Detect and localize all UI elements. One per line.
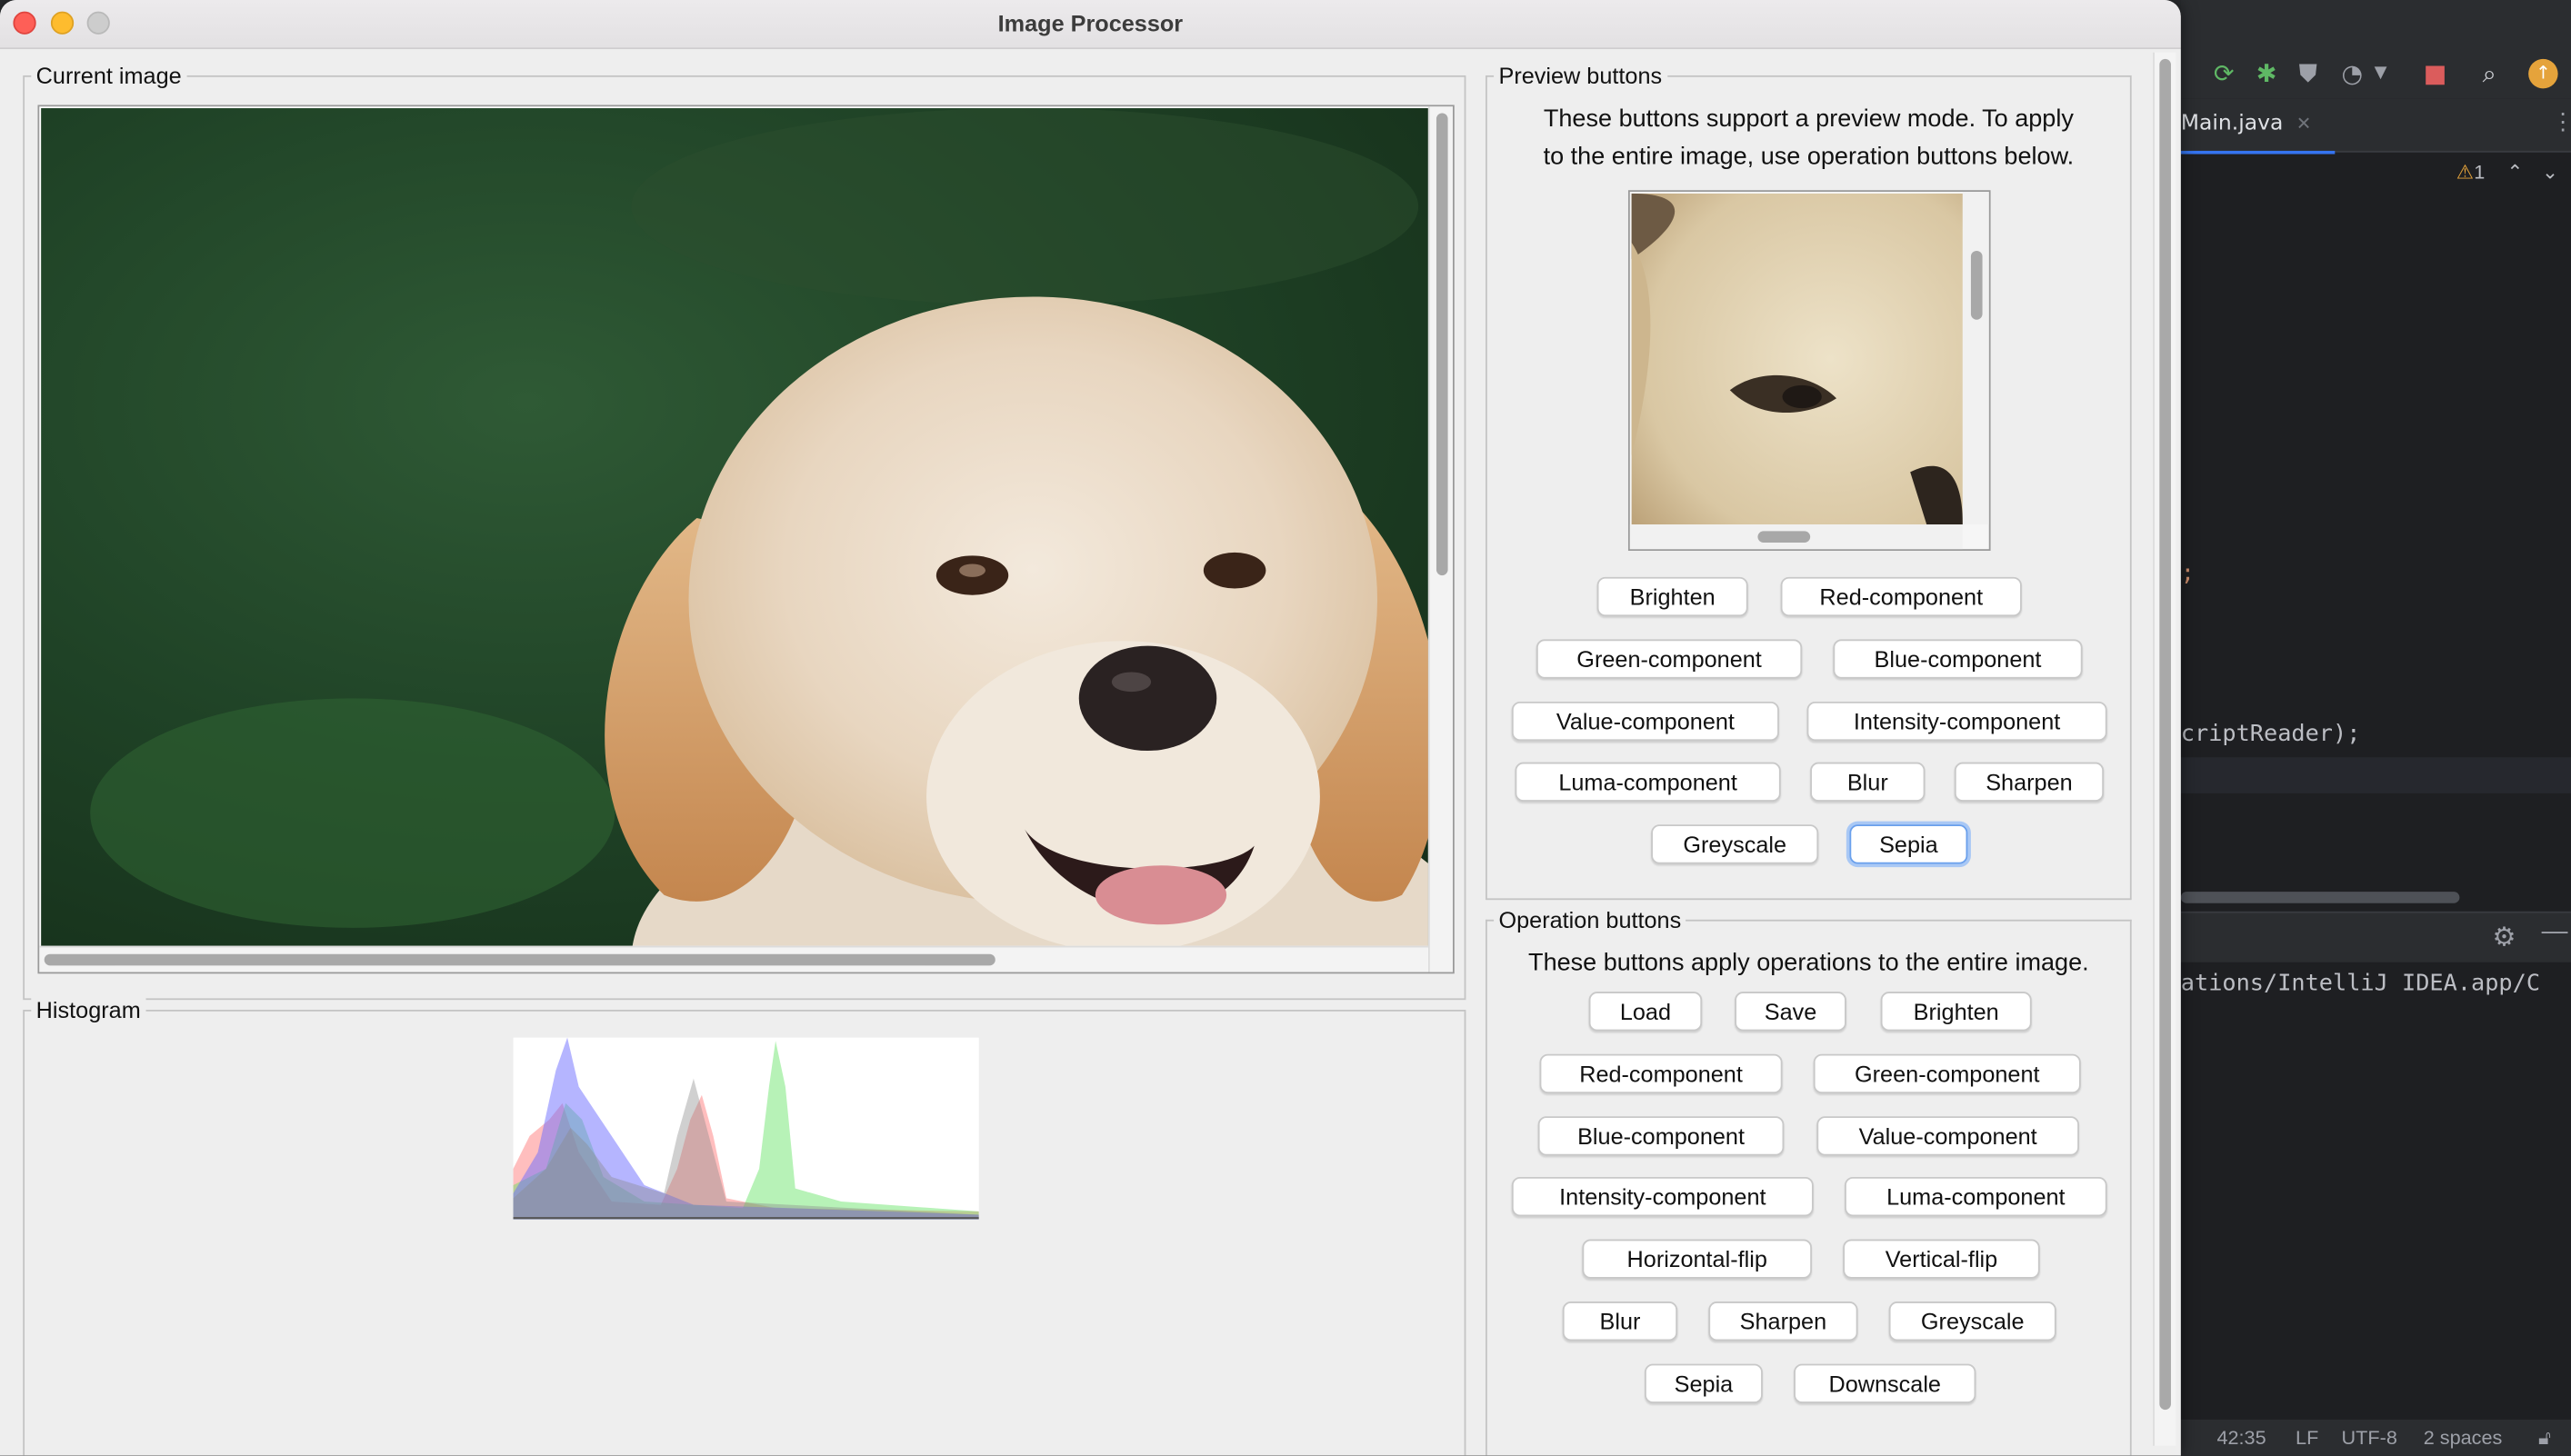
console-output: ations/IntelliJ IDEA.app/C (2180, 970, 2541, 997)
chevron-up-icon[interactable]: ⌃ (2506, 161, 2523, 184)
histogram-panel: Histogram (23, 996, 1466, 1456)
update-icon[interactable]: ↑ (2528, 58, 2558, 89)
tab-label: Main.java (2180, 111, 2284, 136)
red-component-button[interactable]: Red-component (1539, 1053, 1783, 1094)
window-v-scrollbar-thumb[interactable] (2159, 58, 2171, 1411)
sharpen-button[interactable]: Sharpen (1708, 1301, 1858, 1341)
preview-description-line-1: These buttons support a preview mode. To… (1543, 105, 2074, 134)
luma-component-button[interactable]: Luma-component (1845, 1176, 2107, 1217)
preview-blue-component-button[interactable]: Blue-component (1833, 639, 2083, 679)
editor-h-scrollbar[interactable] (2180, 892, 2460, 903)
image-v-scrollbar[interactable] (1427, 106, 1453, 972)
minimize-icon[interactable]: — (2542, 918, 2568, 947)
gear-icon[interactable]: ⚙ (2492, 922, 2516, 954)
close-icon[interactable]: ✕ (2296, 113, 2312, 134)
operation-legend: Operation buttons (1494, 906, 1686, 933)
current-line-highlight (2180, 757, 2571, 793)
preview-image (1631, 193, 1963, 525)
window-content: Current image Histogram Preview buttons … (0, 49, 2181, 1456)
ide-toolbar: ⟳ ✱ ⛊ ◔ ▼ ■ ⌕ ↑ (2180, 0, 2571, 101)
preview-brighten-button[interactable]: Brighten (1596, 576, 1748, 617)
preview-intensity-component-button[interactable]: Intensity-component (1806, 701, 2107, 742)
preview-sharpen-button[interactable]: Sharpen (1954, 762, 2105, 802)
current-image-legend: Current image (31, 62, 187, 89)
lock-icon[interactable]: 🔓︎ (2538, 1420, 2551, 1456)
line-separator[interactable]: LF (2296, 1420, 2318, 1456)
horizontal-flip-button[interactable]: Horizontal-flip (1582, 1239, 1812, 1279)
console-toolbar: ⚙ — (2180, 911, 2571, 962)
blue-component-button[interactable]: Blue-component (1537, 1116, 1785, 1156)
image-v-scrollbar-thumb[interactable] (1436, 113, 1448, 576)
preview-buttons-panel: Preview buttons These buttons support a … (1486, 62, 2132, 901)
load-button[interactable]: Load (1588, 992, 1703, 1032)
histogram-legend: Histogram (31, 996, 146, 1023)
image-scroll-pane[interactable] (37, 105, 1455, 974)
greyscale-button[interactable]: Greyscale (1888, 1301, 2056, 1341)
indent-setting[interactable]: 2 spaces (2424, 1420, 2503, 1456)
ide-status-bar: 42:35 LF UTF-8 2 spaces 🔓︎ (2180, 1419, 2571, 1456)
preview-legend: Preview buttons (1494, 62, 1667, 89)
vertical-flip-button[interactable]: Vertical-flip (1843, 1239, 2040, 1279)
value-component-button[interactable]: Value-component (1816, 1116, 2079, 1156)
ide-editor-tabs: Main.java ✕ ⋮ (2180, 98, 2571, 155)
preview-red-component-button[interactable]: Red-component (1780, 576, 2022, 617)
preview-v-scrollbar-thumb[interactable] (1970, 250, 1983, 320)
preview-h-scrollbar-thumb[interactable] (1757, 531, 1811, 543)
preview-blur-button[interactable]: Blur (1810, 762, 1926, 802)
blur-button[interactable]: Blur (1562, 1301, 1678, 1341)
intensity-component-button[interactable]: Intensity-component (1511, 1176, 1814, 1217)
green-component-button[interactable]: Green-component (1813, 1053, 2081, 1094)
preview-v-scrollbar[interactable] (1962, 192, 1989, 525)
warning-count: 1 (2474, 160, 2486, 184)
code-fragment: criptReader); (2180, 721, 2361, 748)
preview-luma-component-button[interactable]: Luma-component (1515, 762, 1781, 802)
operation-description: These buttons apply operations to the en… (1528, 949, 2089, 977)
image-processor-window: Image Processor Current image Histogram … (0, 0, 2181, 1456)
image-h-scrollbar[interactable] (39, 945, 1428, 972)
preview-description: These buttons support a preview mode. To… (1487, 100, 2130, 175)
profile-icon[interactable]: ◔ (2342, 59, 2364, 88)
preview-value-component-button[interactable]: Value-component (1511, 701, 1779, 742)
stop-icon[interactable]: ■ (2424, 59, 2447, 88)
more-icon[interactable]: ⋮ (2551, 108, 2571, 136)
window-title: Image Processor (997, 9, 1184, 36)
tab-main-java[interactable]: Main.java ✕ (2180, 98, 2335, 155)
coverage-icon[interactable]: ⛊ (2299, 59, 2317, 88)
chevron-down-icon[interactable]: ▼ (2375, 59, 2387, 88)
dog-image (41, 108, 1428, 948)
chevron-down-icon[interactable]: ⌄ (2542, 161, 2558, 184)
ide-background: ⟳ ✱ ⛊ ◔ ▼ ■ ⌕ ↑ Main.java ✕ ⋮ ⚠1 ⌃ ⌄ ; cr… (2180, 0, 2571, 1456)
save-button[interactable]: Save (1735, 992, 1846, 1032)
preview-sepia-button[interactable]: Sepia (1849, 824, 1968, 864)
current-image-panel: Current image (23, 62, 1466, 1001)
file-encoding[interactable]: UTF-8 (2342, 1420, 2397, 1456)
code-fragment: ; (2180, 560, 2196, 587)
rerun-icon[interactable]: ⟳ (2214, 59, 2235, 88)
search-icon[interactable]: ⌕ (2483, 59, 2496, 88)
preview-description-line-2: to the entire image, use operation butto… (1543, 142, 2075, 171)
preview-image-pane[interactable] (1627, 190, 1991, 552)
preview-h-scrollbar[interactable] (1629, 524, 1963, 550)
title-bar[interactable]: Image Processor (0, 0, 2181, 50)
inspection-widget[interactable]: ⚠1 ⌃ ⌄ (2456, 161, 2558, 184)
image-h-scrollbar-thumb[interactable] (44, 953, 995, 966)
warning-icon: ⚠ (2456, 160, 2475, 184)
debug-icon[interactable]: ✱ (2256, 59, 2277, 88)
sepia-button[interactable]: Sepia (1645, 1363, 1763, 1403)
downscale-button[interactable]: Downscale (1794, 1363, 1976, 1403)
brighten-button[interactable]: Brighten (1880, 992, 2032, 1032)
cursor-position[interactable]: 42:35 (2216, 1420, 2266, 1456)
operation-buttons-panel: Operation buttons These buttons apply op… (1486, 906, 2132, 1456)
window-v-scrollbar[interactable] (2153, 52, 2176, 1446)
preview-green-component-button[interactable]: Green-component (1536, 639, 1803, 679)
histogram-chart (513, 1037, 979, 1220)
preview-greyscale-button[interactable]: Greyscale (1651, 824, 1819, 864)
